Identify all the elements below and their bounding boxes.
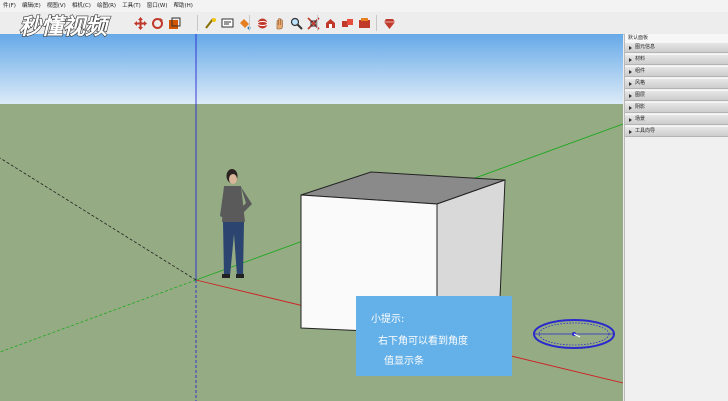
- tray-title: 默认面板: [625, 34, 728, 42]
- toolbar-edit-group: [132, 15, 182, 31]
- toolbar-separator: [376, 15, 377, 31]
- menu-help[interactable]: 帮助(H): [170, 0, 195, 12]
- scene-canvas: [0, 34, 623, 401]
- expand-arrow-icon: [629, 69, 632, 74]
- tray-item-entity-info[interactable]: 图元信息: [625, 42, 728, 53]
- expand-arrow-icon: [629, 105, 632, 110]
- model-viewport[interactable]: [0, 34, 623, 401]
- toolbar-separator: [197, 15, 198, 31]
- components-icon[interactable]: [339, 15, 355, 31]
- expand-arrow-icon: [629, 45, 632, 50]
- ruby-icon[interactable]: [381, 15, 397, 31]
- expand-arrow-icon: [629, 117, 632, 122]
- tray-item-scenes[interactable]: 场景: [625, 114, 728, 125]
- default-tray: 默认面板 图元信息 材料 组件 风格 图层 阴影 场景 工具向导: [624, 34, 728, 401]
- tray-item-materials[interactable]: 材料: [625, 54, 728, 65]
- toolbar-construction-group: [194, 15, 252, 31]
- tip-line-1: 右下角可以看到角度: [378, 336, 468, 347]
- toolbar-separator: [317, 15, 318, 31]
- expand-arrow-icon: [629, 81, 632, 86]
- tip-overlay: 小提示: 右下角可以看到角度 值显示条: [356, 296, 512, 376]
- toolbar-camera-group: [246, 15, 321, 31]
- tray-item-styles[interactable]: 风格: [625, 78, 728, 89]
- tray-item-instructor[interactable]: 工具向导: [625, 126, 728, 137]
- tray-item-layers[interactable]: 图层: [625, 90, 728, 101]
- pan-icon[interactable]: [271, 15, 287, 31]
- zoom-icon[interactable]: [288, 15, 304, 31]
- scale-icon[interactable]: [166, 15, 182, 31]
- watermark-text: 秒懂视频: [19, 15, 111, 40]
- tip-title: 小提示:: [371, 314, 405, 325]
- toolbar-separator: [249, 15, 250, 31]
- sky: [0, 34, 623, 104]
- watermark-logo: 秒懂视频: [16, 10, 136, 40]
- warehouse-icon[interactable]: [322, 15, 338, 31]
- tray-item-shadows[interactable]: 阴影: [625, 102, 728, 113]
- text-icon[interactable]: [219, 15, 235, 31]
- expand-arrow-icon: [629, 93, 632, 98]
- orbit-icon[interactable]: [254, 15, 270, 31]
- expand-arrow-icon: [629, 129, 632, 134]
- toolbar-warehouse-group: [314, 15, 397, 31]
- menu-window[interactable]: 窗口(W): [144, 0, 171, 12]
- tray-item-components[interactable]: 组件: [625, 66, 728, 77]
- extension-icon[interactable]: [356, 15, 372, 31]
- rotate-icon[interactable]: [149, 15, 165, 31]
- tape-measure-icon[interactable]: [202, 15, 218, 31]
- expand-arrow-icon: [629, 57, 632, 62]
- tip-line-2: 值显示条: [384, 356, 424, 367]
